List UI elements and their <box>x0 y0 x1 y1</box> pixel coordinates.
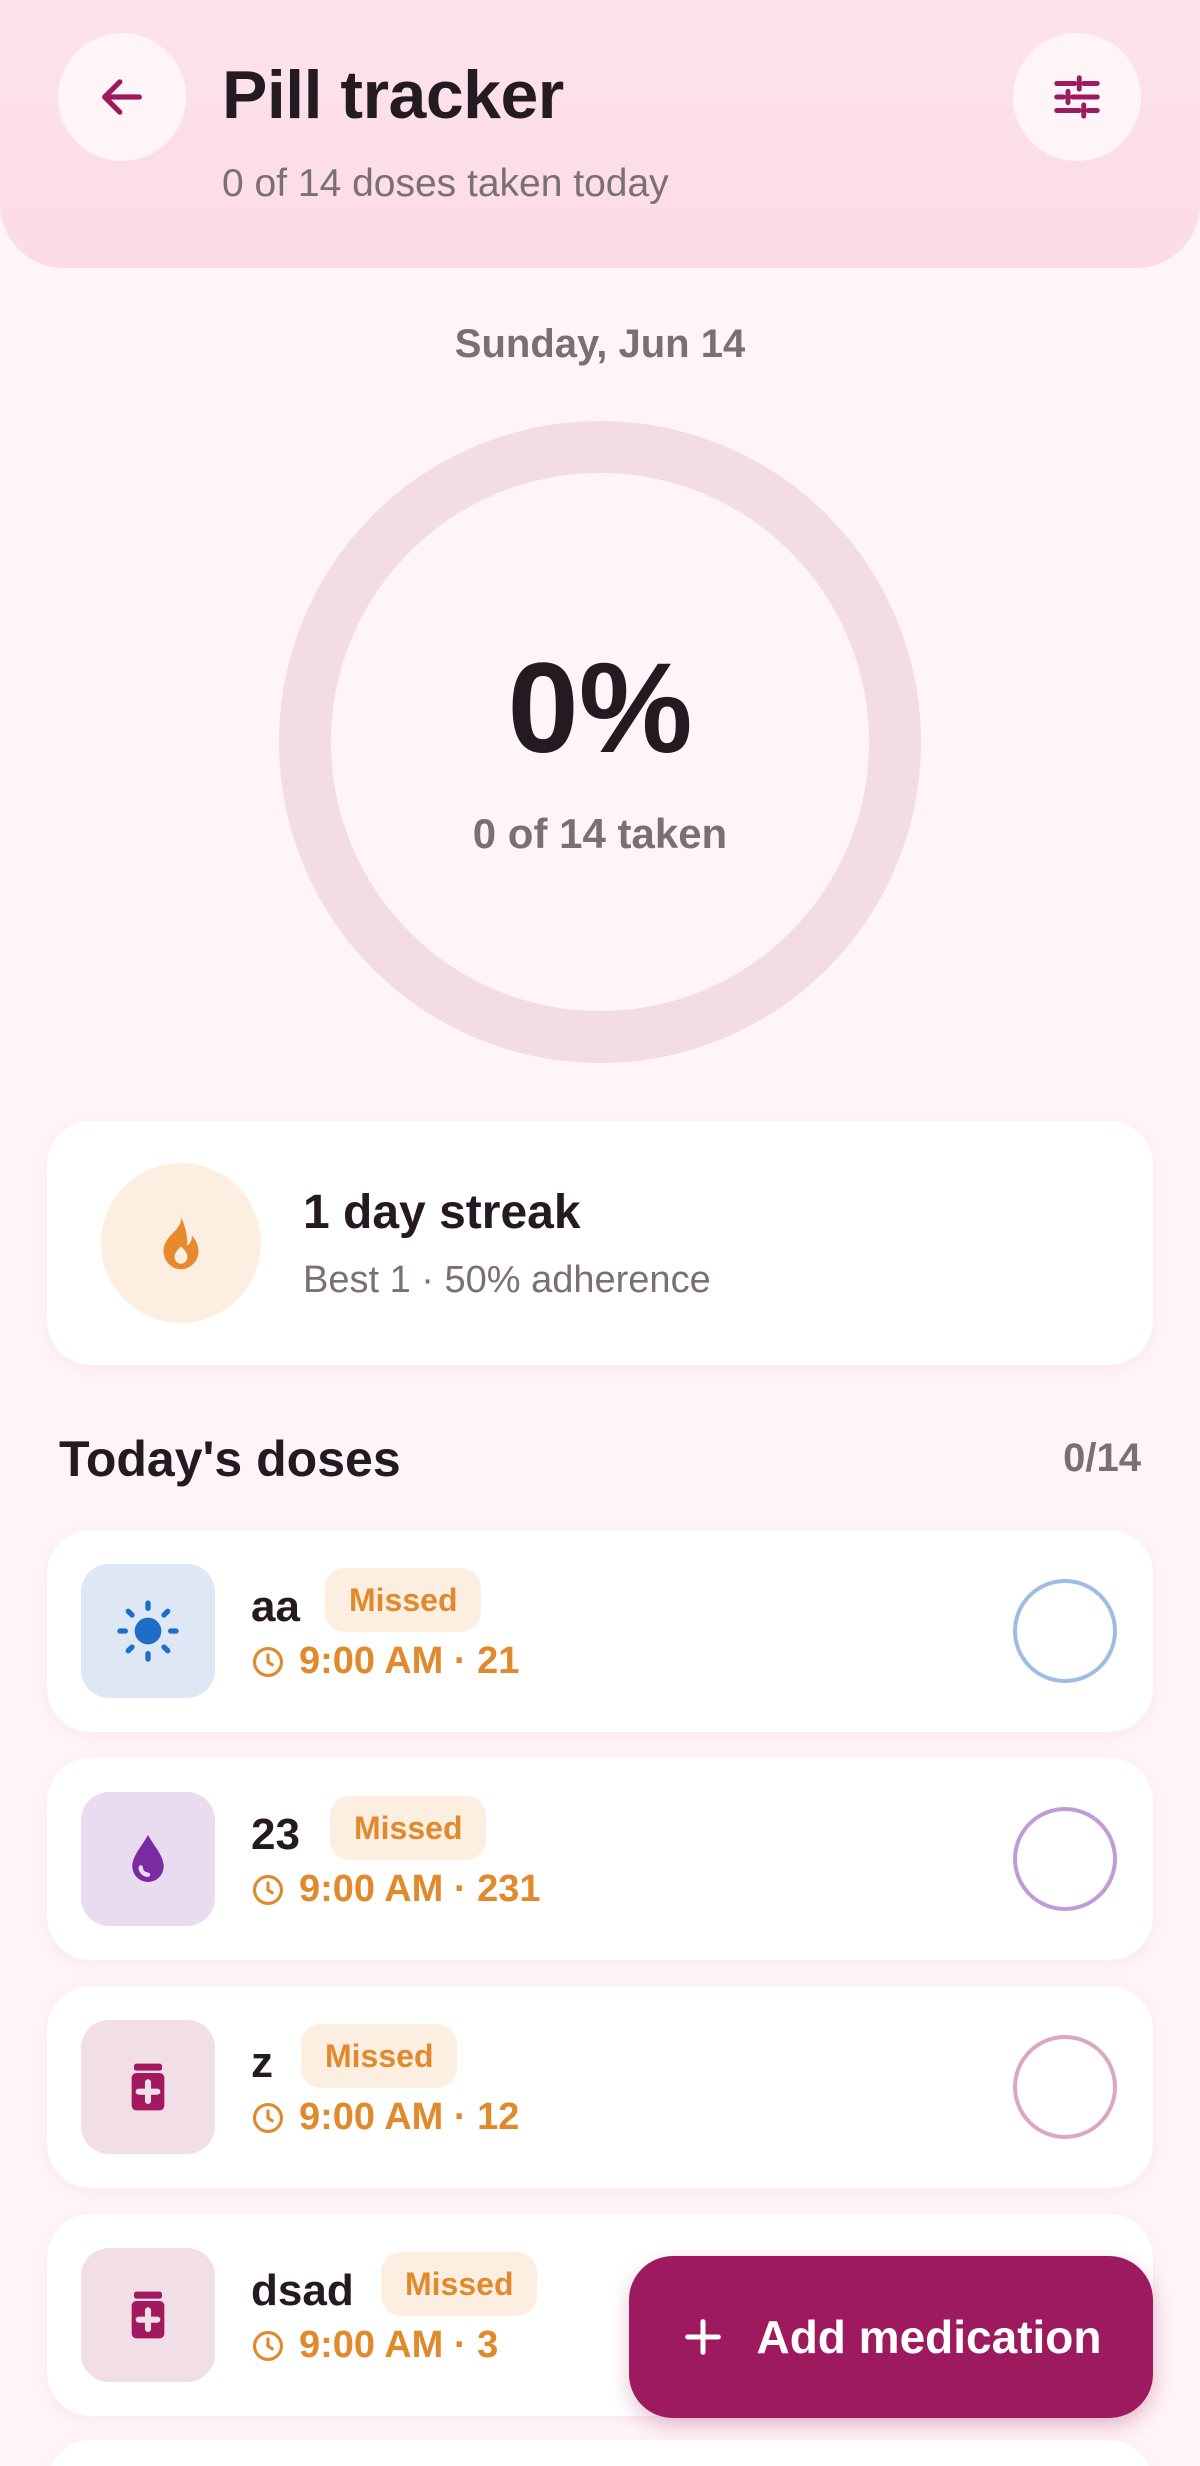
plus-icon <box>685 2319 722 2355</box>
drop-icon <box>132 1834 164 1882</box>
progress-ring: 0% 0 of 14 taken <box>278 420 922 1064</box>
sun-icon <box>117 1600 179 1662</box>
status-badge: Missed <box>330 1796 487 1860</box>
progress-taken-text: 0 of 14 taken <box>472 810 728 857</box>
dose-card-partial[interactable] <box>47 2440 1153 2466</box>
dose-card[interactable]: 23 Missed 9:00 AM · 231 <box>47 1758 1153 1960</box>
med-icon-tile <box>81 1564 215 1698</box>
med-icon-tile <box>81 2248 215 2382</box>
medicine-bottle-icon <box>131 2291 165 2339</box>
dose-time: 9:00 AM · 12 <box>251 2096 519 2139</box>
medicine-bottle-icon <box>131 2063 165 2111</box>
back-button[interactable] <box>58 33 186 161</box>
dose-card[interactable]: aa Missed 9:00 AM · 21 <box>47 1530 1153 1732</box>
dose-card[interactable]: z Missed 9:00 AM · 12 <box>47 1986 1153 2188</box>
sliders-icon <box>1054 75 1100 119</box>
dose-time-text: 9:00 AM · 21 <box>299 1640 520 1682</box>
date-label: Sunday, Jun 14 <box>454 322 746 366</box>
clock-icon <box>252 2330 284 2361</box>
dose-time: 9:00 AM · 231 <box>251 1868 540 1911</box>
med-icon-tile <box>81 1792 215 1926</box>
status-badge: Missed <box>325 1568 482 1632</box>
add-medication-button[interactable]: Add medication <box>629 2256 1153 2418</box>
clock-icon <box>252 1874 284 1905</box>
doses-section-title: Today's doses <box>59 1431 401 1487</box>
clock-icon <box>252 2102 284 2133</box>
take-dose-checkbox[interactable] <box>1013 1807 1117 1911</box>
dose-time-text: 9:00 AM · 12 <box>299 2096 520 2138</box>
med-name: z <box>251 2038 273 2087</box>
streak-icon-badge <box>101 1163 261 1323</box>
dose-time: 9:00 AM · 21 <box>251 1640 519 1683</box>
page-subtitle: 0 of 14 doses taken today <box>222 162 669 205</box>
header: Pill tracker 0 of 14 doses taken today <box>0 0 1200 268</box>
med-name: 23 <box>251 1810 300 1859</box>
take-dose-checkbox[interactable] <box>1013 2035 1117 2139</box>
dose-time: 9:00 AM · 3 <box>251 2324 498 2367</box>
progress-percent: 0% <box>507 637 693 780</box>
add-medication-label: Add medication <box>756 2311 1102 2363</box>
flame-icon <box>163 1213 199 1270</box>
status-badge: Missed <box>301 2024 458 2088</box>
page-title: Pill tracker <box>222 57 564 133</box>
streak-card: 1 day streak Best 1 · 50% adherence <box>47 1121 1153 1365</box>
streak-subtitle: Best 1 · 50% adherence <box>303 1259 711 1301</box>
status-badge: Missed <box>381 2252 538 2316</box>
clock-icon <box>252 1646 284 1677</box>
arrow-left-icon <box>102 79 142 115</box>
med-name: dsad <box>251 2266 354 2315</box>
med-icon-tile <box>81 2020 215 2154</box>
doses-section-count: 0/14 <box>1063 1436 1141 1480</box>
med-name: aa <box>251 1582 300 1631</box>
streak-title: 1 day streak <box>303 1186 581 1239</box>
dose-time-text: 9:00 AM · 3 <box>299 2324 499 2366</box>
filter-button[interactable] <box>1013 33 1141 161</box>
dose-time-text: 9:00 AM · 231 <box>299 1868 541 1910</box>
take-dose-checkbox[interactable] <box>1013 1579 1117 1683</box>
